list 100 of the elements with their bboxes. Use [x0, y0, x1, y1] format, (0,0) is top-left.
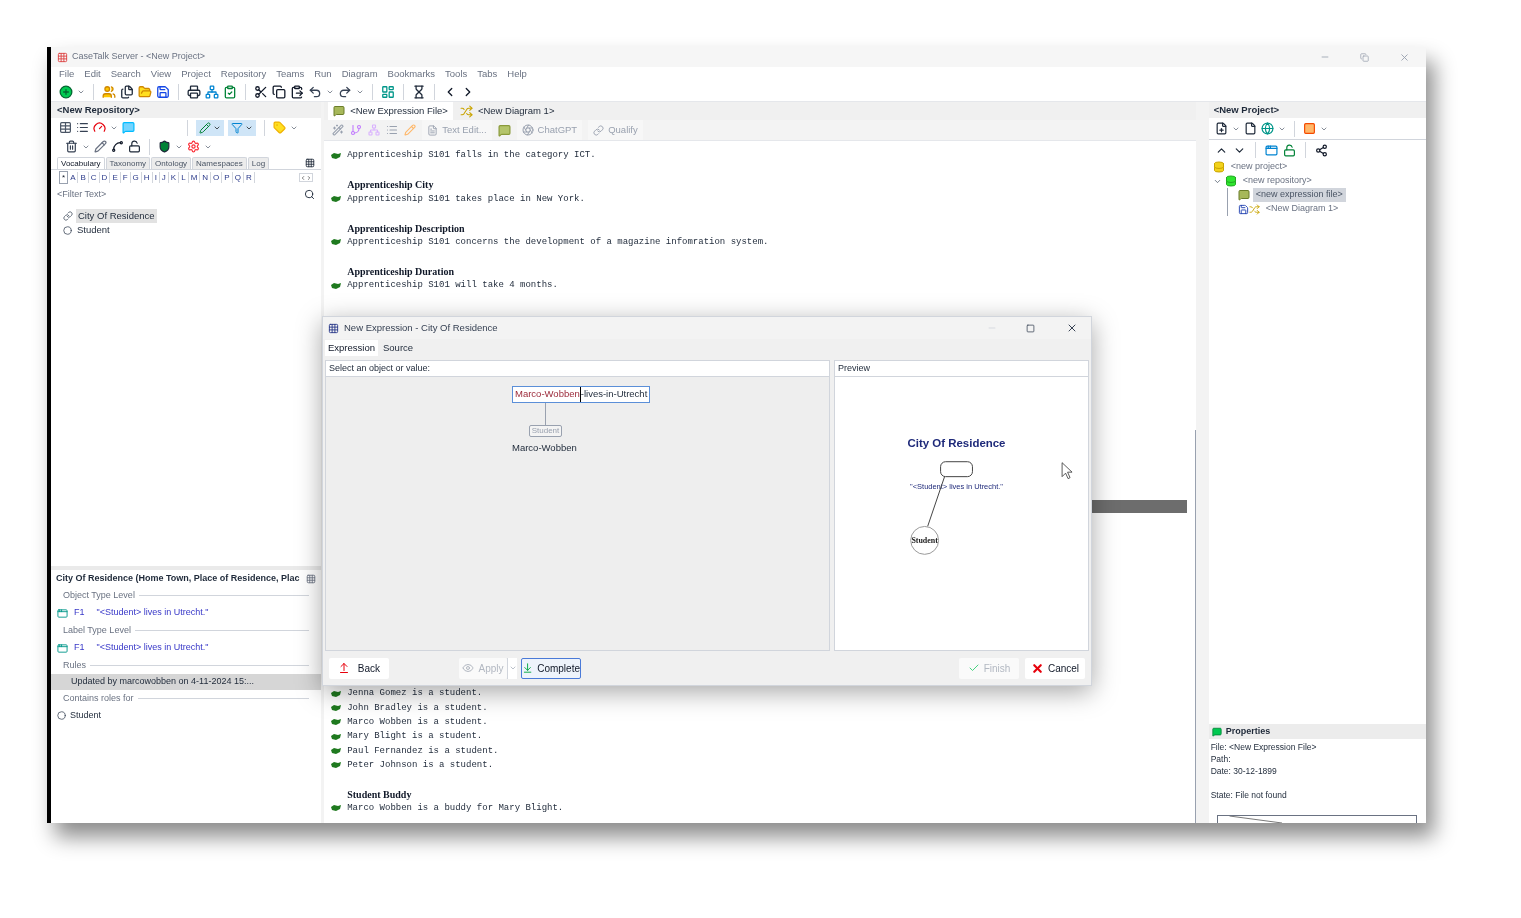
- fact-statement: Marco Wobben is a buddy for Mary Blight.: [347, 802, 564, 816]
- tree-item[interactable]: City Of Residence: [76, 208, 157, 224]
- shield-icon[interactable]: [158, 140, 171, 153]
- menu-item[interactable]: Search: [110, 67, 141, 82]
- back-button[interactable]: Back: [329, 657, 389, 679]
- letter-tab[interactable]: C: [88, 171, 100, 183]
- panel-tab[interactable]: Ontology: [151, 157, 192, 169]
- menu-item[interactable]: Edit: [84, 67, 101, 82]
- maximize-icon[interactable]: [1026, 323, 1035, 333]
- layout-icon[interactable]: [381, 84, 395, 99]
- wand-icon[interactable]: [332, 124, 345, 136]
- dialog-tab[interactable]: Source: [380, 340, 417, 356]
- trash-icon[interactable]: [65, 140, 78, 153]
- window-icon[interactable]: [1264, 143, 1278, 157]
- network-icon[interactable]: [205, 84, 219, 99]
- pencil-icon[interactable]: [94, 140, 107, 153]
- panel-tab[interactable]: Log: [247, 157, 270, 169]
- paste-icon[interactable]: [290, 84, 304, 99]
- letter-tab[interactable]: J: [159, 171, 169, 183]
- letter-tab[interactable]: N: [200, 171, 212, 183]
- expression-text[interactable]: "<Student> lives in Utrecht.": [96, 606, 209, 620]
- letter-tab[interactable]: D: [99, 171, 111, 183]
- letter-tab[interactable]: A: [68, 171, 79, 183]
- tree-item[interactable]: <new expression file>: [1252, 188, 1346, 202]
- expression-text[interactable]: "<Student> lives in Utrecht.": [96, 641, 209, 655]
- letter-tab[interactable]: I: [152, 171, 160, 183]
- input-field[interactable]: Marco-Wobben-lives-in-Utrecht: [512, 386, 651, 403]
- letter-tab[interactable]: P: [222, 171, 233, 183]
- letter-tab[interactable]: Q: [232, 171, 244, 183]
- dialog-tab[interactable]: Expression: [325, 340, 378, 356]
- section-heading: Label Type Level: [63, 623, 131, 637]
- search-icon[interactable]: [304, 189, 316, 200]
- hourglass-icon[interactable]: [412, 84, 426, 99]
- menu-item[interactable]: View: [150, 67, 172, 82]
- letter-tab[interactable]: H: [141, 171, 153, 183]
- cancel-button[interactable]: Cancel: [1025, 657, 1085, 679]
- splitter-bar[interactable]: [1091, 500, 1188, 513]
- letter-tab[interactable]: *: [59, 170, 69, 184]
- letter-tab[interactable]: L: [179, 171, 189, 183]
- new-file-icon[interactable]: [1214, 122, 1228, 135]
- menu-item[interactable]: Run: [314, 67, 332, 82]
- rule-row[interactable]: Updated by marcowobben on 4-11-2024 15:...: [51, 674, 322, 690]
- redo-icon[interactable]: [338, 84, 352, 99]
- filter-field[interactable]: <Filter Text>: [57, 187, 305, 202]
- tree-item[interactable]: <new repository>: [1239, 174, 1315, 188]
- menu-item[interactable]: Help: [507, 67, 527, 82]
- details-title: City Of Residence (Home Town, Place of Residence, Plac: [56, 571, 300, 585]
- panel-tab[interactable]: Namespaces: [192, 157, 247, 169]
- eye-icon: [462, 662, 475, 674]
- copy-icon[interactable]: [272, 84, 286, 99]
- grid-icon[interactable]: [305, 158, 316, 168]
- add-icon[interactable]: [59, 84, 73, 99]
- letter-tab[interactable]: G: [130, 171, 142, 183]
- undo-icon[interactable]: [308, 84, 322, 99]
- role-item[interactable]: Student: [70, 708, 102, 723]
- connector-icon[interactable]: [111, 140, 124, 153]
- tree-item[interactable]: Student: [75, 222, 112, 238]
- letter-tab[interactable]: M: [188, 171, 201, 183]
- letter-tab[interactable]: R: [243, 171, 255, 183]
- panel-tab[interactable]: Taxonomy: [105, 157, 151, 169]
- cut-icon[interactable]: [254, 84, 268, 99]
- table-icon[interactable]: [59, 121, 72, 134]
- complete-button[interactable]: Complete: [521, 657, 581, 679]
- menu-item[interactable]: Diagram: [341, 67, 378, 82]
- letter-tab[interactable]: K: [168, 171, 180, 183]
- files-icon[interactable]: [120, 84, 134, 99]
- menu-item[interactable]: Project: [181, 67, 211, 82]
- menu-item[interactable]: Teams: [276, 67, 305, 82]
- print-icon[interactable]: [187, 84, 201, 99]
- letter-tab[interactable]: E: [110, 171, 121, 183]
- document-tab[interactable]: <New Expression File>: [328, 102, 453, 120]
- menu-item[interactable]: Tabs: [477, 67, 498, 82]
- menu-item[interactable]: Bookmarks: [387, 67, 436, 82]
- menu-item[interactable]: Tools: [445, 67, 468, 82]
- comment-icon[interactable]: [497, 123, 511, 137]
- share-icon[interactable]: [1314, 143, 1328, 157]
- filter-button[interactable]: [228, 119, 256, 136]
- branch-icon[interactable]: [350, 124, 363, 136]
- letter-tab[interactable]: F: [120, 171, 131, 183]
- close-icon[interactable]: [1066, 322, 1078, 334]
- letter-tab[interactable]: O: [211, 171, 223, 183]
- message-icon[interactable]: [122, 121, 135, 134]
- menu-item[interactable]: File: [59, 67, 75, 82]
- panel-tab[interactable]: Vocabulary: [57, 157, 105, 169]
- tree-item[interactable]: <New Diagram 1>: [1262, 202, 1342, 216]
- menu-item[interactable]: Repository: [220, 67, 267, 82]
- settings-icon[interactable]: [187, 140, 200, 153]
- file-icon[interactable]: [1243, 122, 1257, 135]
- globe-icon[interactable]: [1260, 122, 1274, 135]
- nodes-icon[interactable]: [368, 124, 381, 136]
- lines-icon[interactable]: [386, 124, 399, 136]
- save-icon[interactable]: [156, 84, 170, 99]
- tree-item[interactable]: <new project>: [1227, 160, 1291, 174]
- checklist-icon[interactable]: [223, 84, 237, 99]
- letter-tab[interactable]: B: [78, 171, 89, 183]
- gauge-icon[interactable]: [93, 121, 106, 134]
- unlock-icon[interactable]: [128, 140, 141, 153]
- list-icon[interactable]: [76, 121, 89, 134]
- square-icon[interactable]: [1302, 122, 1316, 135]
- pencil-button[interactable]: [196, 119, 224, 136]
